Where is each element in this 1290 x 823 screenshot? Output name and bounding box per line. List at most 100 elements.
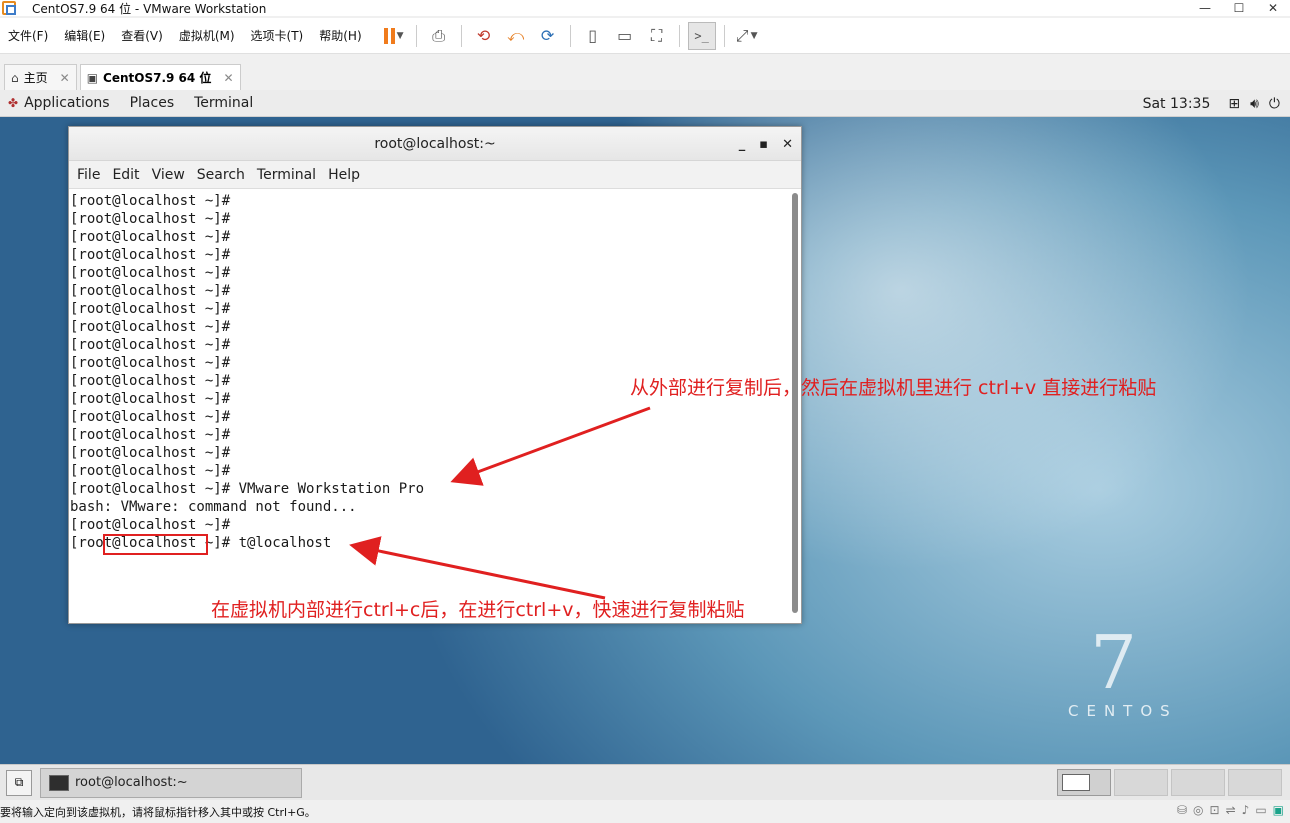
menu-applications[interactable]: Applications xyxy=(24,95,110,111)
centos-watermark-word: CENTOS xyxy=(1068,702,1178,720)
terminal-minimize-button[interactable]: _ xyxy=(739,137,746,152)
terminal-line: [root@localhost ~]# xyxy=(70,463,231,479)
close-icon[interactable]: ✕ xyxy=(60,71,70,85)
terminal-line: [root@localhost ~]# xyxy=(70,337,231,353)
tab-centos-label: CentOS7.9 64 位 xyxy=(103,71,212,85)
terminal-menu-edit[interactable]: Edit xyxy=(112,167,139,183)
menu-file[interactable]: 文件(F) xyxy=(8,27,48,44)
console-view-button[interactable]: >_ xyxy=(687,21,716,50)
toolbar-separator xyxy=(678,24,680,47)
gnome-taskbar: ⧉ root@localhost:~ xyxy=(0,764,1290,800)
terminal-titlebar[interactable]: root@localhost:~ _ ▪ ✕ xyxy=(69,127,801,161)
menu-terminal[interactable]: Terminal xyxy=(194,95,253,111)
menu-tabs[interactable]: 选项卡(T) xyxy=(251,27,304,44)
show-desktop-button[interactable]: ⧉ xyxy=(6,769,32,796)
vmware-logo-icon xyxy=(2,1,16,15)
clock[interactable]: Sat 13:35 xyxy=(1143,96,1211,112)
terminal-menu-view[interactable]: View xyxy=(152,167,185,183)
terminal-window-controls: _ ▪ ✕ xyxy=(739,127,793,161)
show-library-button[interactable]: ▯ xyxy=(579,22,607,50)
terminal-output[interactable]: [root@localhost ~]# [root@localhost ~]# [r… xyxy=(69,190,789,623)
window-controls: — ☐ ✕ xyxy=(1188,0,1290,16)
workspace-4[interactable] xyxy=(1228,769,1282,796)
workspace-2[interactable] xyxy=(1114,769,1168,796)
status-message: 要将输入定向到该虚拟机，请将鼠标指针移入其中或按 Ctrl+G。 xyxy=(0,805,316,819)
sound-icon[interactable]: ♪ xyxy=(1242,803,1250,817)
terminal-line: [root@localhost ~]# VMware Workstation P… xyxy=(70,481,425,497)
tab-home-label: 主页 xyxy=(23,71,48,85)
snapshot-manager-button[interactable]: ⟳ xyxy=(534,22,562,50)
terminal-close-button[interactable]: ✕ xyxy=(782,137,793,152)
applications-icon: ✤ xyxy=(8,96,19,110)
display-icon[interactable]: ▭ xyxy=(1255,803,1266,817)
chevron-down-icon: ▼ xyxy=(396,30,404,41)
terminal-line: [root@localhost ~]# xyxy=(70,193,231,209)
taskbar-item-terminal[interactable]: root@localhost:~ xyxy=(40,767,302,798)
revert-snapshot-button[interactable]: ⤺ xyxy=(502,22,530,50)
terminal-menu-help[interactable]: Help xyxy=(328,167,360,183)
terminal-line: bash: VMware: command not found... xyxy=(70,499,357,515)
bottom-panel-icon: ▭ xyxy=(617,26,633,45)
menu-view[interactable]: 查看(V) xyxy=(121,27,163,44)
minimize-button[interactable]: — xyxy=(1188,0,1222,16)
terminal-menu-terminal[interactable]: Terminal xyxy=(257,167,316,183)
terminal-line: [root@localhost ~]# xyxy=(70,517,231,533)
keyboard-send-icon: ⎙ xyxy=(432,25,446,45)
pause-button[interactable]: ▼ xyxy=(380,22,408,50)
stretch-guest-button[interactable]: ⤢ ▼ xyxy=(733,22,761,50)
thumbnail-bar-button[interactable]: ▭ xyxy=(611,22,639,50)
vmware-tabs: ⌂ 主页 ✕ ▣ CentOS7.9 64 位 ✕ xyxy=(0,62,1290,90)
terminal-line: [root@localhost ~]# xyxy=(70,247,231,263)
terminal-menu-file[interactable]: File xyxy=(77,167,100,183)
terminal-icon xyxy=(49,774,69,791)
pause-icon xyxy=(383,27,395,44)
cdrom-icon[interactable]: ◎ xyxy=(1193,803,1203,817)
close-button[interactable]: ✕ xyxy=(1256,0,1290,16)
vmware-title-bar: CentOS7.9 64 位 - VMware Workstation — ☐ … xyxy=(0,0,1290,16)
volume-icon[interactable]: 🔊︎ xyxy=(1250,96,1259,112)
workspace-1[interactable] xyxy=(1057,769,1111,796)
message-icon[interactable]: ▣ xyxy=(1273,803,1284,817)
full-screen-button[interactable]: ⛶ xyxy=(643,22,671,50)
window-title: CentOS7.9 64 位 - VMware Workstation xyxy=(32,1,267,16)
maximize-button[interactable]: ☐ xyxy=(1222,0,1256,16)
menu-vm[interactable]: 虚拟机(M) xyxy=(179,27,235,44)
tab-centos[interactable]: ▣ CentOS7.9 64 位 ✕ xyxy=(79,64,241,90)
highlight-box xyxy=(103,534,208,555)
vmware-menubar: 文件(F) 编辑(E) 查看(V) 虚拟机(M) 选项卡(T) 帮助(H) ▼ … xyxy=(0,18,1290,54)
home-icon: ⌂ xyxy=(11,70,19,85)
menu-help[interactable]: 帮助(H) xyxy=(319,27,361,44)
toolbar-separator xyxy=(723,24,725,47)
power-icon[interactable]: ⏻ xyxy=(1269,96,1280,112)
terminal-line: [root@localhost ~]# xyxy=(70,283,231,299)
terminal-line: [root@localhost ~]# xyxy=(70,229,231,245)
close-icon[interactable]: ✕ xyxy=(223,71,233,85)
fullscreen-icon: ⛶ xyxy=(651,25,663,45)
snapshot-icon: ⟲ xyxy=(476,26,491,45)
network-icon[interactable]: ⊞ xyxy=(1228,96,1240,112)
annotation-top: 从外部进行复制后，然后在虚拟机里进行 ctrl+v 直接进行粘贴 xyxy=(630,377,1157,399)
workspace-3[interactable] xyxy=(1171,769,1225,796)
menu-edit[interactable]: 编辑(E) xyxy=(64,27,105,44)
device-icons: ⛁ ◎ ⊡ ⇌ ♪ ▭ ▣ xyxy=(1177,803,1284,817)
annotation-bottom: 在虚拟机内部进行ctrl+c后，在进行ctrl+v，快速进行复制粘贴 xyxy=(211,599,745,621)
terminal-maximize-button[interactable]: ▪ xyxy=(759,137,768,152)
network-adapter-icon[interactable]: ⊡ xyxy=(1210,803,1220,817)
terminal-scrollbar[interactable] xyxy=(791,191,799,619)
terminal-menu-search[interactable]: Search xyxy=(197,167,245,183)
toolbar-separator xyxy=(415,24,417,47)
hdd-icon[interactable]: ⛁ xyxy=(1177,803,1187,817)
terminal-line: [root@localhost ~]# xyxy=(70,409,231,425)
menu-places[interactable]: Places xyxy=(130,95,175,111)
guest-desktop[interactable]: ✤ Applications Places Terminal Sat 13:35… xyxy=(0,90,1290,800)
scrollbar-thumb[interactable] xyxy=(792,193,798,613)
terminal-line: [root@localhost ~]# xyxy=(70,427,231,443)
vm-icon: ▣ xyxy=(86,70,99,85)
terminal-line: [root@localhost ~]# xyxy=(70,355,231,371)
tab-home[interactable]: ⌂ 主页 ✕ xyxy=(4,64,77,90)
stretch-icon: ⤢ xyxy=(735,25,749,45)
usb-icon[interactable]: ⇌ xyxy=(1226,803,1236,817)
snapshot-button[interactable]: ⟲ xyxy=(470,22,498,50)
terminal-line: [root@localhost ~]# xyxy=(70,445,231,461)
send-ctrl-alt-del-button[interactable]: ⎙ xyxy=(425,22,453,50)
